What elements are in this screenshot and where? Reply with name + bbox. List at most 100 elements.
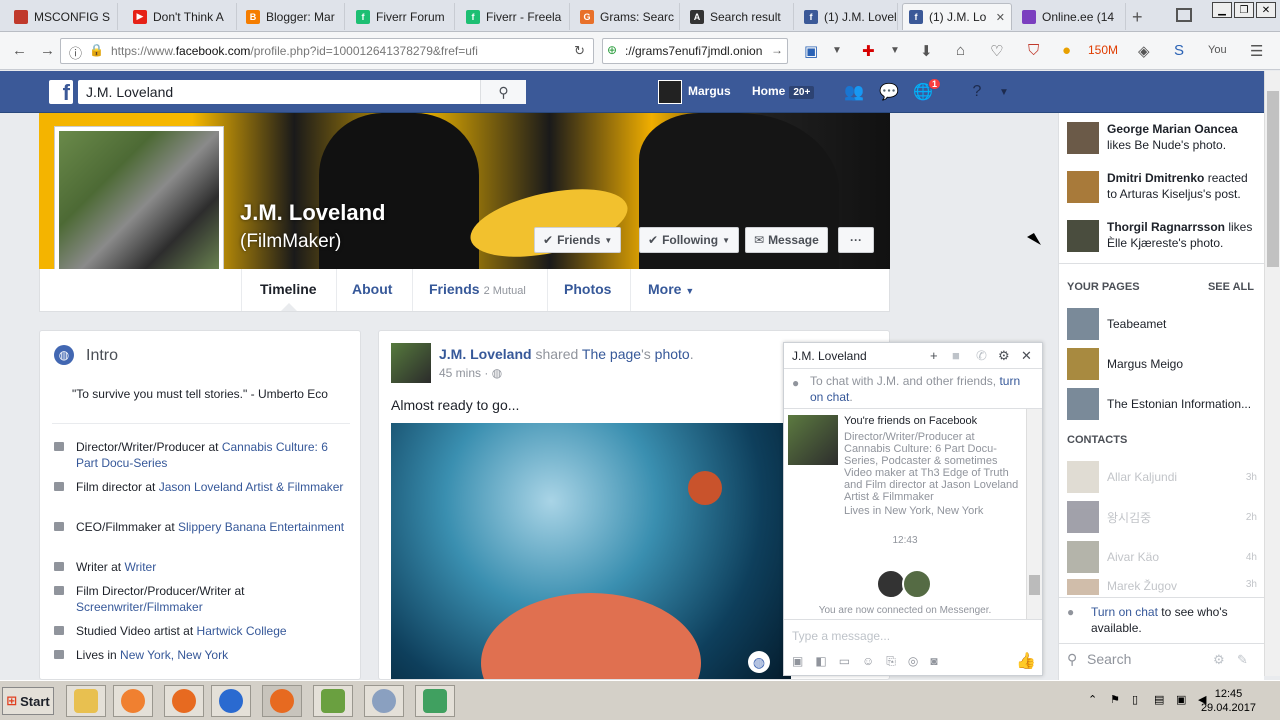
chevron-up-icon[interactable]: ⌃ bbox=[1088, 693, 1097, 706]
phone-icon[interactable]: ✆ bbox=[976, 348, 987, 364]
addon-plus-icon[interactable]: ✚ bbox=[862, 42, 875, 60]
firefox-icon[interactable] bbox=[164, 685, 204, 717]
chevron-down-icon[interactable]: ▼ bbox=[890, 45, 900, 56]
compose-icon[interactable]: ✎ bbox=[1237, 652, 1248, 668]
thumbs-up-icon[interactable]: 👍 bbox=[1016, 651, 1036, 671]
ticker-item[interactable]: George Marian Oancea likes Be Nude's pho… bbox=[1067, 121, 1257, 154]
browser-tab-3[interactable]: B Blogger: Mar bbox=[240, 3, 345, 30]
game-icon[interactable]: ◎ bbox=[908, 654, 918, 668]
back-icon[interactable]: ← bbox=[12, 42, 27, 59]
pocket-icon[interactable]: ♡ bbox=[990, 42, 1003, 60]
post-author-link[interactable]: J.M. Loveland bbox=[439, 346, 532, 362]
ublock-icon[interactable]: ⛉ bbox=[1028, 42, 1039, 59]
gif-icon[interactable]: ▭ bbox=[839, 654, 850, 668]
browser-tab-4[interactable]: f Fiverr Forum bbox=[350, 3, 455, 30]
new-tab-button[interactable]: + bbox=[1132, 7, 1143, 28]
close-icon[interactable]: ✕ bbox=[1021, 348, 1032, 364]
profile-name[interactable]: J.M. Loveland bbox=[240, 200, 385, 226]
tab-photos[interactable]: Photos bbox=[564, 281, 611, 297]
notepad-icon[interactable] bbox=[313, 685, 353, 717]
page-item[interactable]: Teabeamet bbox=[1067, 308, 1265, 340]
gear-icon[interactable]: ⚙ bbox=[1213, 652, 1225, 668]
chat-scrollbar[interactable] bbox=[1026, 409, 1042, 619]
avatar[interactable] bbox=[658, 80, 682, 104]
gear-icon[interactable]: ⚙ bbox=[998, 348, 1010, 364]
tab-friends[interactable]: Friends 2 Mutual bbox=[429, 281, 526, 297]
chevron-down-icon[interactable]: ▼ bbox=[832, 45, 842, 56]
save-icon[interactable]: ▣ bbox=[804, 42, 818, 60]
network-tray-icon[interactable]: ▣ bbox=[1176, 693, 1186, 706]
device-icon[interactable]: ▯ bbox=[1132, 693, 1138, 706]
privacy-globe-icon[interactable]: ◍ bbox=[492, 366, 502, 380]
url-bar[interactable]: ⓘ 🔒 https://www. facebook.com/profile.php… bbox=[60, 38, 594, 64]
friends-button[interactable]: ✔ Friends ▼ bbox=[534, 227, 622, 253]
chat-header[interactable]: J.M. Loveland + ■ ✆ ⚙ ✕ bbox=[784, 343, 1042, 369]
browser-tab-6[interactable]: G Grams: Searc bbox=[574, 3, 680, 30]
shared-photo-link[interactable]: photo bbox=[655, 346, 690, 362]
menu-icon[interactable]: ☰ bbox=[1250, 42, 1263, 60]
tab-timeline[interactable]: Timeline bbox=[260, 281, 317, 297]
facebook-logo-icon[interactable]: f bbox=[49, 80, 73, 104]
ie-icon[interactable] bbox=[211, 685, 251, 717]
intro-link[interactable]: Jason Loveland Artist & Filmmaker bbox=[159, 480, 344, 494]
photo-icon[interactable]: ▣ bbox=[792, 654, 803, 668]
chat-friend-avatar[interactable] bbox=[788, 415, 838, 465]
youtube-ext-icon[interactable]: You bbox=[1208, 44, 1227, 56]
intro-link[interactable]: New York, New York bbox=[120, 648, 228, 662]
settings-icon[interactable] bbox=[364, 685, 404, 717]
post-author-avatar[interactable] bbox=[391, 343, 431, 383]
browser-tab-active[interactable]: f (1) J.M. Lo ✕ bbox=[902, 3, 1012, 30]
contact-item[interactable]: 왕시김중 2h bbox=[1067, 501, 1265, 533]
emoji-icon[interactable]: ☺ bbox=[862, 654, 874, 668]
messenger-icon[interactable]: 💬 bbox=[878, 81, 900, 103]
post-photo[interactable] bbox=[391, 423, 791, 679]
network-icon[interactable] bbox=[415, 685, 455, 717]
minimize-button[interactable]: ▁ bbox=[1212, 2, 1232, 18]
printer-icon[interactable]: ▤ bbox=[1154, 693, 1164, 706]
reload-icon[interactable]: ↻ bbox=[574, 43, 585, 59]
browser-tab-2[interactable]: ▶ Don't Think A bbox=[127, 3, 237, 30]
browser-tab-10[interactable]: Online.ee (14 bbox=[1016, 3, 1126, 30]
intro-link[interactable]: Slippery Banana Entertainment bbox=[178, 520, 344, 534]
scrollbar-thumb[interactable] bbox=[1029, 575, 1040, 595]
skype-icon[interactable]: S bbox=[1174, 42, 1184, 59]
more-options-button[interactable]: ··· bbox=[838, 227, 874, 253]
following-button[interactable]: ✔ Following ▼ bbox=[639, 227, 739, 253]
intro-link[interactable]: Screenwriter/Filmmaker bbox=[76, 600, 203, 614]
browser-tab-8[interactable]: f (1) J.M. Lovel bbox=[798, 3, 898, 30]
info-icon[interactable]: ⓘ bbox=[69, 43, 82, 62]
friend-requests-icon[interactable]: 👥 bbox=[843, 81, 865, 103]
page-item[interactable]: The Estonian Information... bbox=[1067, 388, 1265, 420]
spy-icon[interactable]: ◈ bbox=[1138, 42, 1150, 60]
tab-more[interactable]: More ▼ bbox=[648, 281, 694, 297]
page-item[interactable]: Margus Meigo bbox=[1067, 348, 1265, 380]
firefox-active-icon[interactable] bbox=[262, 685, 302, 717]
go-arrow-icon[interactable]: → bbox=[771, 43, 783, 57]
ticker-item[interactable]: Dmitri Dmitrenko reacted to Arturas Kise… bbox=[1067, 170, 1257, 203]
close-window-button[interactable]: ✕ bbox=[1256, 2, 1276, 18]
user-name-link[interactable]: Margus bbox=[688, 84, 731, 98]
search-icon[interactable]: ⚲ bbox=[480, 80, 526, 104]
contact-item[interactable]: Marek Žugov 3h bbox=[1067, 579, 1265, 595]
page-scrollbar[interactable] bbox=[1264, 71, 1280, 676]
contact-item[interactable]: Allar Kaljundi 3h bbox=[1067, 461, 1265, 493]
m-extension-icon[interactable]: ● bbox=[1062, 42, 1071, 59]
chat-search-input[interactable]: ⚲ Search bbox=[1067, 651, 1257, 667]
media-player-icon[interactable] bbox=[113, 685, 153, 717]
clock[interactable]: 12:45 29.04.2017 bbox=[1201, 687, 1256, 715]
chat-title[interactable]: J.M. Loveland bbox=[792, 349, 867, 363]
maximize-button[interactable]: ❐ bbox=[1234, 2, 1254, 18]
sidebar-toggle-icon[interactable] bbox=[1176, 8, 1192, 22]
intro-link[interactable]: Hartwick College bbox=[197, 624, 287, 638]
message-button[interactable]: ✉ Message bbox=[745, 227, 828, 253]
globe-icon[interactable]: ◍ bbox=[748, 651, 770, 673]
help-icon[interactable]: ? bbox=[966, 81, 988, 103]
download-icon[interactable]: ⬇ bbox=[920, 42, 933, 60]
turn-on-chat-link[interactable]: Turn on chat bbox=[1091, 605, 1158, 619]
fb-search-input[interactable]: J.M. Loveland ⚲ bbox=[78, 80, 526, 104]
add-people-icon[interactable]: + bbox=[930, 348, 938, 363]
browser-search-bar[interactable]: ⊕ ://grams7enufi7jmdl.onion → bbox=[602, 38, 788, 64]
scrollbar-thumb[interactable] bbox=[1267, 91, 1279, 267]
flag-icon[interactable]: ⚑ bbox=[1110, 693, 1120, 706]
browser-tab-7[interactable]: A Search result bbox=[684, 3, 794, 30]
